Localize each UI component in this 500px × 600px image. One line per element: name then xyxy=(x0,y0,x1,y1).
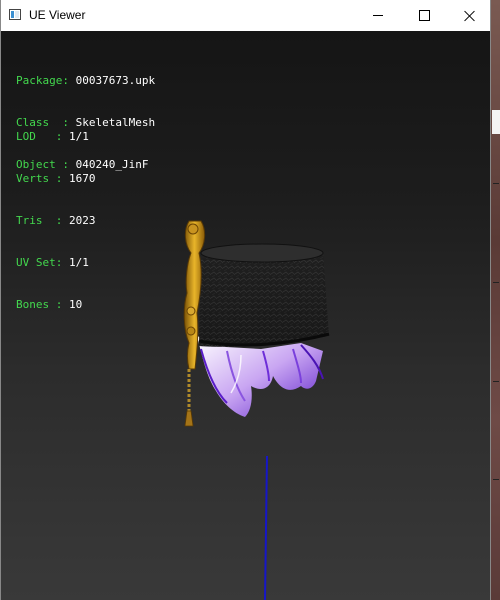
background-mark xyxy=(493,479,499,480)
maximize-button[interactable] xyxy=(401,0,447,31)
desktop-background xyxy=(490,0,500,600)
bone-axis-line xyxy=(264,455,268,600)
maximize-icon xyxy=(418,10,430,21)
minimize-button[interactable] xyxy=(355,0,401,31)
3d-viewport[interactable]: Package: 00037673.upk Class : SkeletalMe… xyxy=(1,31,490,600)
close-button[interactable] xyxy=(447,0,493,31)
app-window-icon xyxy=(9,9,21,20)
close-icon xyxy=(464,10,476,22)
minimize-icon xyxy=(373,15,383,16)
background-mark xyxy=(493,282,499,283)
window-title: UE Viewer xyxy=(29,8,86,22)
background-window-edge xyxy=(492,110,500,134)
hair-mesh xyxy=(197,336,324,417)
fez-hat-mesh xyxy=(198,243,330,347)
skeletal-mesh-render xyxy=(183,220,330,600)
title-bar[interactable]: UE Viewer xyxy=(1,0,490,31)
ue-viewer-window: UE Viewer Package: 00037673.upk Class : … xyxy=(0,0,491,600)
background-mark xyxy=(493,381,499,382)
background-mark xyxy=(493,183,499,184)
